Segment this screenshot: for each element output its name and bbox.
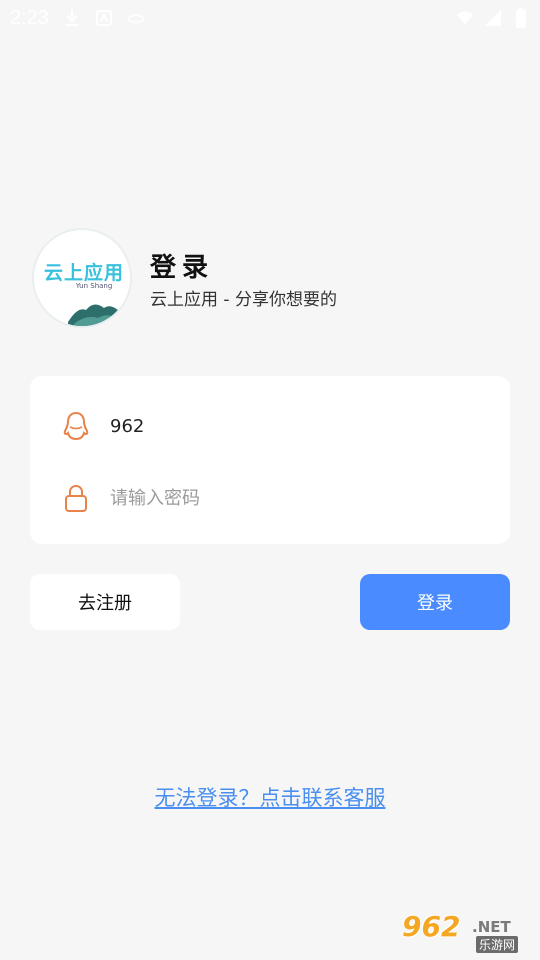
- watermark-net: .NET: [472, 918, 511, 936]
- status-bar-right: [456, 8, 530, 28]
- wifi-icon: [456, 9, 474, 27]
- login-form-card: [30, 376, 510, 544]
- notification-icon: [95, 9, 113, 27]
- register-button[interactable]: 去注册: [30, 574, 180, 630]
- watermark-number: 962: [402, 910, 461, 943]
- signal-icon: [484, 9, 502, 27]
- cloud-icon: [127, 9, 145, 27]
- battery-icon: [512, 8, 530, 28]
- download-icon: [63, 9, 81, 27]
- watermark-site-name: 乐游网: [476, 936, 519, 953]
- status-bar-left: 2:23: [10, 7, 145, 30]
- watermark-logo: 962 .NET 乐游网: [402, 910, 534, 954]
- page-title: 登录: [150, 253, 215, 283]
- password-row: [62, 478, 472, 518]
- status-bar: 2:23: [0, 0, 540, 36]
- login-button[interactable]: 登录: [360, 574, 510, 630]
- lock-icon: [62, 482, 90, 514]
- app-logo: 云上应用 Yun Shang: [32, 228, 132, 328]
- qq-icon: [62, 410, 90, 442]
- account-row: [62, 406, 472, 446]
- logo-mountain-graphic: [68, 304, 124, 326]
- page-subtitle: 云上应用 - 分享你想要的: [150, 290, 337, 310]
- account-input[interactable]: [108, 414, 472, 438]
- contact-support-link[interactable]: 无法登录？点击联系客服: [0, 782, 540, 812]
- password-input[interactable]: [108, 486, 472, 510]
- status-time: 2:23: [10, 6, 49, 29]
